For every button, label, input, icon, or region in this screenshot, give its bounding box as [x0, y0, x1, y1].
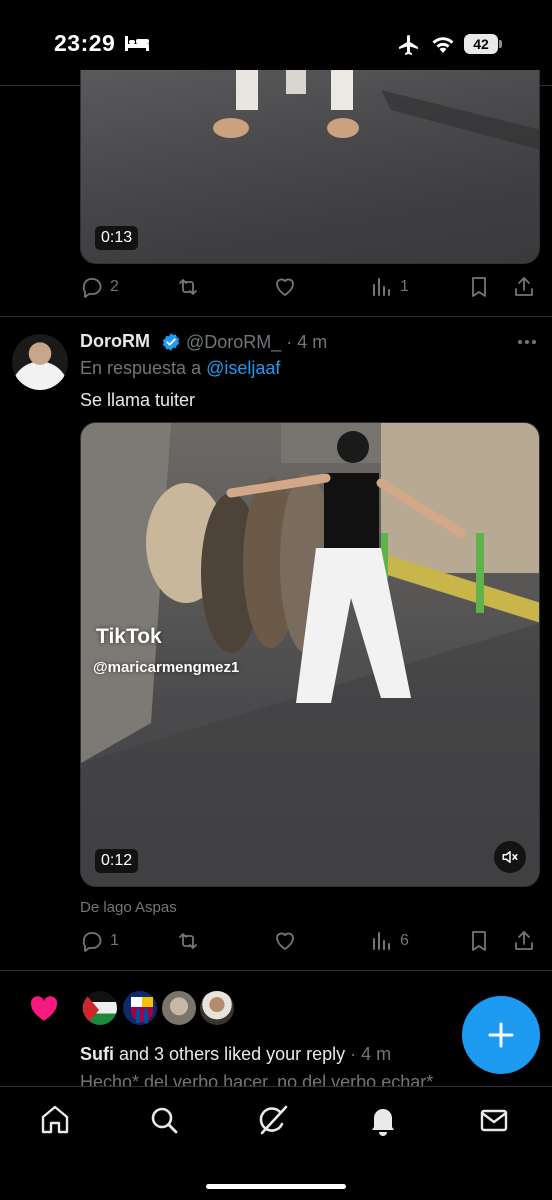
airplane-icon: [399, 35, 418, 55]
views-button[interactable]: 6: [370, 926, 409, 956]
tiktok-handle: @maricarmengmez1: [93, 659, 240, 676]
status-time: 23:29: [54, 30, 116, 56]
heart-icon: [276, 932, 294, 950]
home-icon[interactable]: [38, 1103, 72, 1137]
views-button[interactable]: 1: [370, 272, 409, 302]
notification-action: and 3 others liked your reply: [114, 1044, 346, 1064]
avatar[interactable]: [160, 989, 198, 1027]
like-button[interactable]: [273, 926, 297, 956]
avatar[interactable]: [121, 989, 159, 1027]
notifications-bell-icon[interactable]: [366, 1103, 400, 1137]
notification-text[interactable]: Sufi and 3 others liked your reply · 4 m: [80, 1044, 391, 1065]
reply-count: 1: [110, 932, 119, 949]
battery-indicator: 42: [464, 34, 502, 54]
reply-icon: [82, 932, 102, 952]
home-indicator: [206, 1184, 346, 1189]
views-icon: [373, 278, 390, 296]
mute-button[interactable]: [494, 841, 526, 873]
compose-button[interactable]: [462, 996, 540, 1074]
notification-snippet: Hecho* del verbo hacer, no del verbo ech…: [80, 1072, 434, 1086]
search-icon[interactable]: [147, 1103, 181, 1137]
reply-context: En respuesta a @iseljaaf: [80, 358, 280, 379]
notification-user[interactable]: Sufi: [80, 1044, 114, 1064]
reply-button[interactable]: 2: [80, 272, 119, 302]
video-duration: 0:12: [95, 849, 139, 873]
plus-icon: [488, 1022, 514, 1048]
verified-badge-icon: [162, 333, 180, 351]
reply-button[interactable]: 1: [80, 926, 119, 956]
share-icon: [515, 277, 533, 296]
bottom-tab-bar: [0, 1086, 552, 1200]
views-count: 1: [400, 278, 409, 295]
heart-icon: [276, 278, 294, 296]
speaker-muted-icon: [502, 851, 518, 863]
views-icon: [373, 932, 390, 950]
tweet-video-prev[interactable]: 0:13: [80, 70, 540, 264]
tiktok-logo: TikTok: [96, 625, 162, 648]
bed-icon: [125, 36, 149, 51]
tweet-actions-prev: 2 1: [80, 272, 540, 302]
battery-level: 42: [464, 34, 498, 54]
share-button[interactable]: [512, 926, 536, 956]
media-caption: De lago Aspas: [80, 899, 177, 916]
messages-envelope-icon[interactable]: [477, 1103, 511, 1137]
like-button[interactable]: [273, 272, 297, 302]
grok-icon[interactable]: [256, 1103, 290, 1137]
video-frame-street: [213, 70, 539, 150]
reply-count: 2: [110, 278, 119, 295]
bookmark-button[interactable]: [467, 272, 491, 302]
avatar[interactable]: [198, 989, 236, 1027]
retweet-button[interactable]: [176, 272, 200, 302]
retweet-icon: [179, 279, 197, 295]
handle-and-time: @DoroRM_ · 4 m: [186, 332, 328, 352]
bookmark-icon: [472, 931, 486, 951]
tweet-divider: [0, 316, 552, 317]
reply-mention-link[interactable]: @iseljaaf: [206, 358, 280, 378]
avatar[interactable]: [12, 334, 68, 390]
video-frame-dancers: [81, 423, 539, 886]
more-options-icon[interactable]: [516, 333, 538, 351]
views-count: 6: [400, 932, 409, 949]
bookmark-icon: [472, 277, 486, 297]
notification-time: · 4 m: [345, 1044, 392, 1064]
tweet-actions: 1 6: [80, 926, 540, 956]
wifi-icon: [432, 37, 454, 53]
tweet-video[interactable]: TikTok @maricarmengmez1 0:12: [80, 422, 540, 887]
share-button[interactable]: [512, 272, 536, 302]
display-name[interactable]: DoroRM: [80, 331, 150, 352]
retweet-icon: [179, 933, 197, 949]
retweet-button[interactable]: [176, 926, 200, 956]
like-notification-heart-icon: [30, 996, 58, 1021]
tweet-text: Se llama tuiter: [80, 390, 196, 410]
reply-prefix: En respuesta a: [80, 358, 207, 378]
share-icon: [515, 931, 533, 950]
reply-icon: [82, 278, 102, 298]
video-duration: 0:13: [95, 226, 139, 250]
tweet-divider: [0, 970, 552, 971]
avatar[interactable]: [81, 989, 119, 1027]
bookmark-button[interactable]: [467, 926, 491, 956]
